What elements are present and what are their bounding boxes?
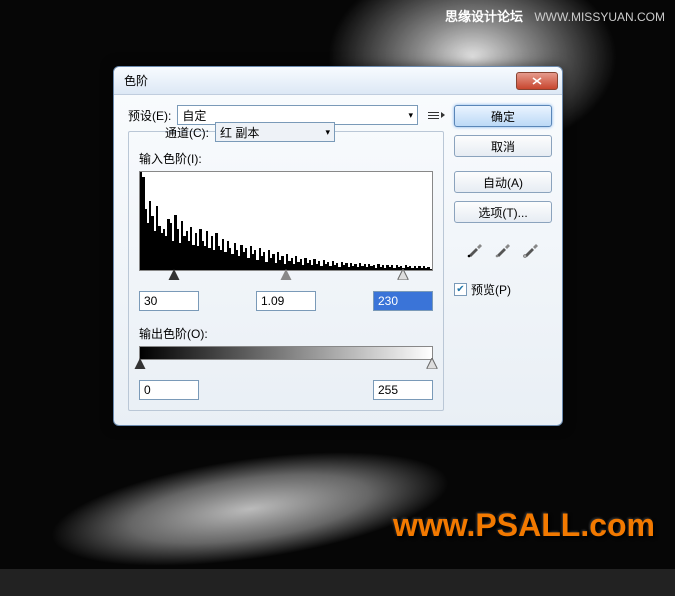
input-slider-track[interactable] bbox=[140, 271, 432, 283]
highlight-slider[interactable] bbox=[398, 269, 409, 280]
output-levels-label: 输出色阶(O): bbox=[139, 325, 433, 342]
titlebar[interactable]: 色阶 bbox=[114, 67, 562, 95]
bottom-watermark: www.PSALL.com bbox=[393, 507, 655, 544]
white-eyedropper[interactable] bbox=[521, 239, 541, 259]
preview-checkbox[interactable]: ✔ bbox=[454, 283, 467, 296]
right-panel: 确定 取消 自动(A) 选项(T)... ✔ 预览(P) bbox=[454, 105, 552, 411]
dialog-title: 色阶 bbox=[124, 72, 516, 89]
output-values-row bbox=[139, 380, 433, 400]
chevron-down-icon: ▾ bbox=[408, 110, 413, 121]
midtone-slider[interactable] bbox=[281, 269, 292, 280]
shadow-input[interactable] bbox=[139, 291, 199, 311]
channel-row: 通道(C): 红 副本 ▾ bbox=[165, 122, 433, 142]
output-slider-track[interactable] bbox=[140, 360, 432, 372]
close-button[interactable] bbox=[516, 72, 558, 90]
preset-label: 预设(E): bbox=[128, 107, 171, 124]
cancel-button[interactable]: 取消 bbox=[454, 135, 552, 157]
eyedropper-row bbox=[454, 239, 552, 259]
watermark-url: WWW.MISSYUAN.COM bbox=[534, 10, 665, 24]
gray-eyedropper[interactable] bbox=[493, 239, 513, 259]
out-black-slider[interactable] bbox=[135, 358, 146, 369]
left-panel: 预设(E): 自定 ▾ 通道(C): 红 副本 ▾ 输入色阶(I): bbox=[128, 105, 444, 411]
options-button[interactable]: 选项(T)... bbox=[454, 201, 552, 223]
preview-row: ✔ 预览(P) bbox=[454, 281, 552, 298]
top-watermark: 思缘设计论坛 WWW.MISSYUAN.COM bbox=[445, 6, 665, 25]
preset-menu-button[interactable] bbox=[424, 107, 444, 123]
preset-value: 自定 bbox=[182, 107, 206, 124]
input-values-row bbox=[139, 291, 433, 311]
midtone-input[interactable] bbox=[256, 291, 316, 311]
levels-groupbox: 通道(C): 红 副本 ▾ 输入色阶(I): bbox=[128, 131, 444, 411]
dialog-body: 预设(E): 自定 ▾ 通道(C): 红 副本 ▾ 输入色阶(I): bbox=[114, 95, 562, 425]
histogram bbox=[139, 171, 433, 271]
watermark-site: 思缘设计论坛 bbox=[445, 9, 523, 24]
ok-button[interactable]: 确定 bbox=[454, 105, 552, 127]
out-white-input[interactable] bbox=[373, 380, 433, 400]
preview-label: 预览(P) bbox=[471, 281, 511, 298]
output-gradient bbox=[139, 346, 433, 360]
out-white-slider[interactable] bbox=[427, 358, 438, 369]
channel-dropdown[interactable]: 红 副本 ▾ bbox=[215, 122, 335, 142]
auto-button[interactable]: 自动(A) bbox=[454, 171, 552, 193]
chevron-down-icon: ▾ bbox=[325, 127, 330, 138]
channel-label: 通道(C): bbox=[165, 124, 209, 141]
shadow-slider[interactable] bbox=[169, 269, 180, 280]
histogram-bars bbox=[140, 172, 432, 270]
levels-dialog: 色阶 预设(E): 自定 ▾ 通道(C): 红 副本 bbox=[113, 66, 563, 426]
out-black-input[interactable] bbox=[139, 380, 199, 400]
highlight-input[interactable] bbox=[373, 291, 433, 311]
input-levels-label: 输入色阶(I): bbox=[139, 150, 433, 167]
close-icon bbox=[532, 77, 542, 85]
black-eyedropper[interactable] bbox=[465, 239, 485, 259]
channel-value: 红 副本 bbox=[220, 124, 259, 141]
